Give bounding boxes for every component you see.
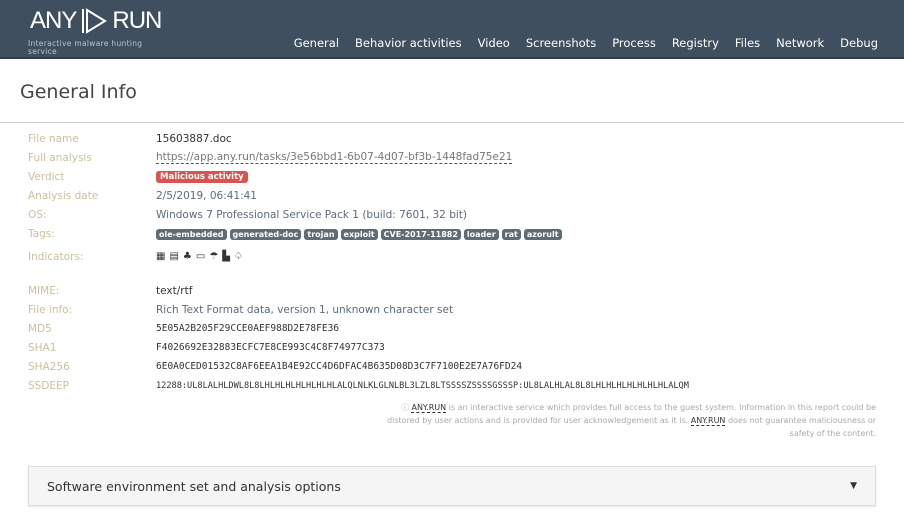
- logo-text: RUN: [112, 7, 162, 34]
- label: Verdict: [28, 170, 65, 183]
- label: SSDEEP: [28, 379, 70, 392]
- screen-icon[interactable]: ▤: [169, 251, 178, 262]
- tag[interactable]: rat: [501, 229, 521, 240]
- file-name: 15603887.doc: [156, 132, 232, 145]
- hat-icon[interactable]: ♤: [234, 251, 243, 262]
- label: Tags:: [28, 227, 55, 240]
- label: SHA256: [28, 360, 70, 373]
- label: File name: [28, 132, 79, 145]
- nav-process[interactable]: Process: [612, 36, 656, 50]
- label: File info:: [28, 303, 73, 316]
- window-icon[interactable]: ▭: [196, 251, 205, 262]
- tag[interactable]: ole-embedded: [156, 229, 227, 240]
- mime-value: text/rtf: [156, 284, 193, 297]
- label: MD5: [28, 322, 52, 335]
- caret-down-icon: ▼: [850, 481, 857, 491]
- executable-icon[interactable]: ▙: [222, 251, 230, 262]
- label: OS:: [28, 208, 47, 221]
- os-value: Windows 7 Professional Service Pack 1 (b…: [156, 208, 467, 221]
- software-environment-panel[interactable]: Software environment set and analysis op…: [28, 466, 876, 506]
- tag[interactable]: loader: [463, 229, 499, 240]
- nav-registry[interactable]: Registry: [672, 36, 719, 50]
- full-analysis-link[interactable]: https://app.any.run/tasks/3e56bbd1-6b07-…: [156, 151, 513, 164]
- sha1-value: F4026692E32883ECFC7E8CE993C4C8F74977C373: [156, 342, 385, 353]
- tag[interactable]: trojan: [304, 229, 338, 240]
- nav-video[interactable]: Video: [478, 36, 510, 50]
- nav-behavior[interactable]: Behavior activities: [355, 36, 462, 50]
- analysis-date: 2/5/2019, 06:41:41: [156, 189, 257, 202]
- tag[interactable]: generated-doc: [229, 229, 302, 240]
- verdict-badge: Malicious activity: [156, 170, 248, 183]
- md5-value: 5E05A2B205F29CCE0AEF988D2E78FE36: [156, 323, 340, 334]
- ssdeep-value: 12288:UL8LALHLDWL8L8LHLHLHLHLHLHLHLALQLN…: [156, 380, 689, 391]
- label: MIME:: [28, 284, 60, 297]
- tag[interactable]: CVE-2017-11882: [380, 229, 461, 240]
- disclaimer: ⓘ ANY.RUN is an interactive service whic…: [0, 395, 904, 440]
- main-nav: General Behavior activities Video Screen…: [294, 36, 878, 50]
- disclaimer-text: does not guarantee maliciousness or safe…: [725, 416, 876, 438]
- sha256-value: 6E0A0CED01532C8AF6EEA1B4E92CC4D6DFAC4B63…: [156, 361, 523, 372]
- brand-link[interactable]: ANY.RUN: [690, 416, 726, 426]
- cloud-icon[interactable]: ☂: [209, 251, 218, 262]
- spy-icon[interactable]: ♣: [183, 251, 192, 262]
- nav-screenshots[interactable]: Screenshots: [526, 36, 596, 50]
- play-logo-icon: [82, 8, 108, 34]
- logo-text: ANY: [30, 7, 77, 34]
- network-icon[interactable]: ▦: [156, 251, 165, 262]
- logo[interactable]: ANY RUN: [30, 6, 162, 36]
- page-title: General Info: [20, 81, 137, 103]
- nav-files[interactable]: Files: [735, 36, 760, 50]
- file-info-value: Rich Text Format data, version 1, unknow…: [156, 303, 454, 316]
- general-info: File name 15603887.doc Full analysis https…: [0, 123, 904, 395]
- panel-title: Software environment set and analysis op…: [47, 478, 341, 494]
- nav-network[interactable]: Network: [776, 36, 824, 50]
- nav-general[interactable]: General: [294, 36, 339, 50]
- tagline: Interactive malware hunting service: [28, 39, 143, 56]
- brand-link[interactable]: ANY.RUN: [411, 403, 447, 413]
- nav-debug[interactable]: Debug: [840, 36, 878, 50]
- label: Full analysis: [28, 151, 92, 164]
- label: Indicators:: [28, 250, 84, 263]
- label: Analysis date: [28, 189, 99, 202]
- label: SHA1: [28, 341, 57, 354]
- info-icon: ⓘ: [400, 403, 412, 412]
- top-bar: ANY RUN Interactive malware hunting serv…: [0, 0, 904, 59]
- tag[interactable]: exploit: [340, 229, 378, 240]
- tag[interactable]: azorult: [523, 229, 562, 240]
